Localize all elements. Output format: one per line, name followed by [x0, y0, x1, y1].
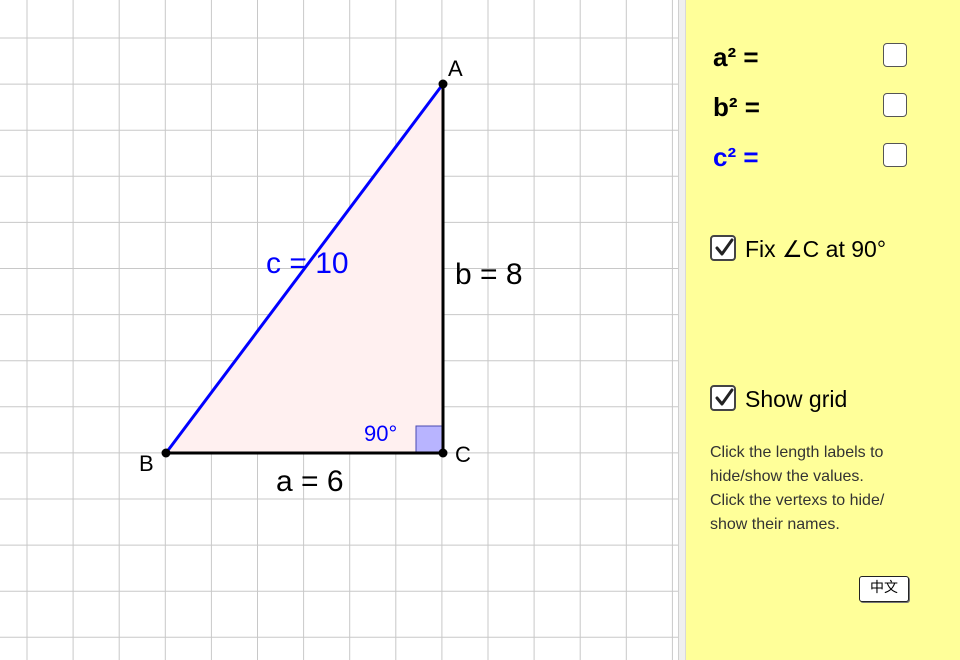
vertex-c-label[interactable]: C — [455, 442, 471, 467]
checkmark-icon — [715, 388, 734, 406]
fix-angle-label: Fix ∠C at 90° — [745, 236, 887, 262]
graphics-view[interactable]: A B C c = 10 b = 8 a = 6 90° — [0, 0, 680, 660]
b-squared-checkbox[interactable] — [883, 93, 907, 117]
a-squared-label: a² = — [713, 42, 759, 72]
help-line: hide/show the values. — [710, 468, 864, 485]
a-squared-checkbox[interactable] — [883, 43, 907, 67]
a-squared-row: a² = — [713, 42, 933, 72]
checkmark-icon — [715, 238, 734, 256]
right-angle-marker — [415, 425, 444, 454]
control-panel: a² = b² = c² = Fix ∠C at 90° Show grid C… — [686, 0, 960, 660]
vertex-c-point[interactable] — [438, 448, 448, 458]
help-text: Click the length labels to hide/show the… — [710, 441, 910, 537]
c-squared-row: c² = — [713, 142, 933, 172]
side-b-length-label[interactable]: b = 8 — [455, 258, 523, 291]
help-line: show their names. — [710, 516, 840, 533]
vertex-a-label[interactable]: A — [448, 56, 463, 81]
vertex-b-point[interactable] — [161, 448, 171, 458]
language-toggle-button[interactable]: 中文 — [859, 576, 909, 602]
show-grid-checkbox[interactable] — [710, 385, 736, 411]
side-c-length-label[interactable]: c = 10 — [266, 247, 349, 280]
b-squared-label: b² = — [713, 92, 760, 122]
c-squared-checkbox[interactable] — [883, 143, 907, 167]
b-squared-row: b² = — [713, 92, 933, 122]
view-divider[interactable] — [678, 0, 686, 660]
vertex-a-point[interactable] — [438, 79, 448, 89]
vertex-b-label[interactable]: B — [139, 451, 154, 476]
fix-angle-checkbox[interactable] — [710, 235, 736, 261]
geometry-canvas[interactable]: A B C c = 10 b = 8 a = 6 90° — [0, 0, 680, 660]
angle-c-label: 90° — [364, 421, 397, 446]
show-grid-label: Show grid — [745, 386, 848, 412]
help-line: Click the vertexs to hide/ — [710, 492, 885, 509]
side-a-length-label[interactable]: a = 6 — [276, 465, 344, 498]
help-line: Click the length labels to — [710, 444, 884, 461]
c-squared-label: c² = — [713, 142, 759, 172]
